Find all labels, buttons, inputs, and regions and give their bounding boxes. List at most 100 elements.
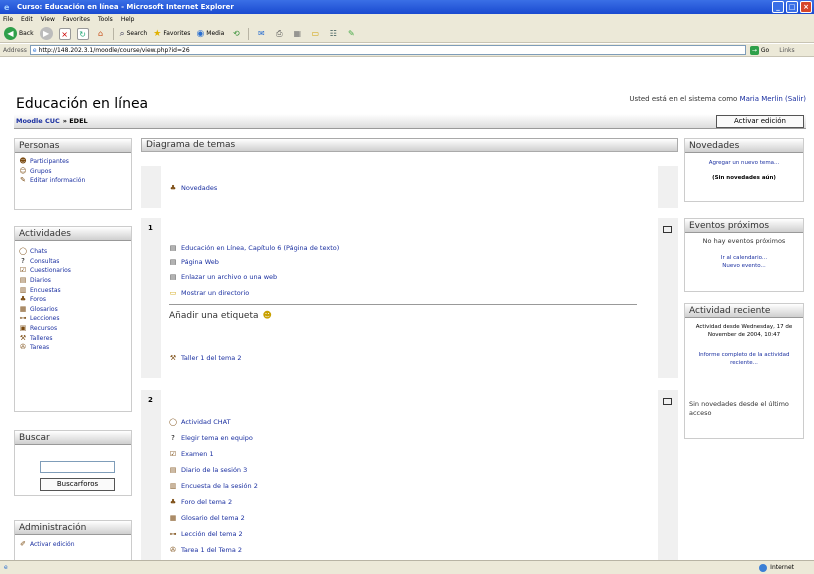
search-button[interactable]: ⌕ Search: [120, 29, 148, 39]
link-tareas[interactable]: ✇ Tareas: [19, 343, 127, 353]
web-page-icon: ▤: [169, 258, 177, 266]
link-editar-informacion[interactable]: ✎ Editar información: [19, 176, 127, 186]
menu-tools[interactable]: Tools: [98, 16, 113, 23]
link-encuestas[interactable]: ▥ Encuestas: [19, 285, 127, 295]
recent-report-link[interactable]: Informe completo de la actividad recient…: [691, 351, 797, 367]
link-encuesta-sesion-2[interactable]: ▥ Encuesta de la sesión 2: [169, 482, 258, 490]
people-icon: ☻: [19, 157, 27, 166]
link-mostrar-directorio[interactable]: ▭ Mostrar un directorio: [169, 289, 250, 297]
link-glosario-tema-2[interactable]: ▦ Glosario del tema 2: [169, 514, 245, 522]
link-recursos[interactable]: ▣ Recursos: [19, 324, 127, 334]
address-url: http://148.202.3.1/moodle/course/view.ph…: [38, 46, 190, 54]
link-leccion-tema-2[interactable]: ⊶ Lección del tema 2: [169, 530, 243, 538]
link-talleres[interactable]: ⚒ Talleres: [19, 333, 127, 343]
lesson-icon: ⊶: [19, 314, 27, 323]
back-button[interactable]: ◀ Back: [4, 27, 34, 40]
mail-icon[interactable]: ✉: [255, 28, 267, 40]
link-cuestionarios[interactable]: ☑ Cuestionarios: [19, 266, 127, 276]
breadcrumb-home[interactable]: Moodle CUC: [16, 117, 60, 125]
link-chats[interactable]: ◯ Chats: [19, 247, 127, 257]
link-tarea-1-tema-2[interactable]: ✇ Tarea 1 del Tema 2: [169, 546, 242, 554]
glossary-icon: ▦: [169, 514, 177, 522]
print-icon[interactable]: ⎙: [273, 28, 285, 40]
no-recent-text: Sin novedades desde el último acceso: [689, 400, 789, 417]
link-novedades[interactable]: ♣ Novedades: [169, 184, 217, 192]
search-forums-input[interactable]: [40, 461, 115, 473]
menu-view[interactable]: View: [41, 16, 55, 23]
question-icon: ?: [21, 256, 25, 265]
menu-favorites[interactable]: Favorites: [63, 16, 90, 23]
section-2: 2 ◯ Actividad CHAT ? Elegir tema en equipo…: [141, 390, 678, 560]
menu-help[interactable]: Help: [121, 16, 135, 23]
forward-button[interactable]: ▶: [39, 27, 53, 40]
refresh-icon[interactable]: ↻: [76, 27, 89, 40]
recent-since-text: Actividad desde Wednesday, 17 de Novembe…: [695, 324, 793, 338]
quiz-icon: ☑: [19, 266, 27, 275]
link-foros[interactable]: ♣ Foros: [19, 295, 127, 305]
link-grupos[interactable]: ☺ Grupos: [19, 167, 127, 177]
link-enlazar-archivo[interactable]: ▤ Enlazar un archivo o una web: [169, 273, 277, 281]
block-administracion-title: Administración: [15, 521, 131, 535]
link-activar-edicion[interactable]: ✐ Activar edición: [19, 540, 127, 550]
calendar-link[interactable]: Ir al calendario...: [685, 254, 803, 262]
links-label[interactable]: Links: [779, 47, 794, 54]
maximize-button[interactable]: □: [786, 1, 798, 13]
smiley-icon: ☻: [262, 311, 272, 321]
block-novedades-title: Novedades: [685, 139, 803, 153]
messenger-icon[interactable]: ☷: [327, 28, 339, 40]
section-1-highlight-box[interactable]: [663, 226, 672, 233]
label-anadir-etiqueta: Añadir una etiqueta ☻: [169, 311, 272, 321]
link-consultas[interactable]: ? Consultas: [19, 257, 127, 267]
history-icon[interactable]: ⟲: [230, 28, 242, 40]
media-icon: ◉: [196, 28, 205, 39]
home-icon[interactable]: ⌂: [95, 28, 107, 40]
topics-header: Diagrama de temas: [141, 138, 678, 152]
addressbar: Address e http://148.202.3.1/moodle/cour…: [0, 44, 814, 57]
link-actividad-chat[interactable]: ◯ Actividad CHAT: [169, 418, 230, 426]
forward-arrow-icon: ▶: [39, 27, 53, 40]
glossary-icon: ▦: [19, 304, 27, 313]
menu-edit[interactable]: Edit: [21, 16, 33, 23]
section-1-number: 1: [148, 224, 153, 232]
menu-file[interactable]: File: [3, 16, 13, 23]
no-events-text: No hay eventos próximos: [702, 237, 786, 245]
link-diarios[interactable]: ▤ Diarios: [19, 276, 127, 286]
page-title: Educación en línea: [16, 96, 149, 112]
logout-link[interactable]: (Salir): [785, 95, 806, 103]
link-capitulo-6[interactable]: ▤ Educación en Línea, Capítulo 6 (Página …: [169, 244, 340, 252]
activate-edit-button[interactable]: Activar edición: [716, 115, 804, 128]
back-arrow-icon: ◀: [4, 27, 17, 40]
add-news-link[interactable]: Agregar un nuevo tema...: [685, 159, 803, 168]
minimize-button[interactable]: _: [772, 1, 784, 13]
chat-icon: ◯: [19, 247, 27, 256]
favorites-button[interactable]: ★ Favorites: [153, 29, 190, 39]
link-taller-1[interactable]: ⚒ Taller 1 del tema 2: [169, 354, 242, 362]
close-button[interactable]: ×: [800, 1, 812, 13]
go-button[interactable]: → Go: [749, 45, 769, 55]
link-examen-1[interactable]: ☑ Examen 1: [169, 450, 214, 458]
edit-info-icon: ✎: [20, 176, 26, 185]
address-input[interactable]: e http://148.202.3.1/moodle/course/view.…: [29, 45, 746, 55]
toolbar: ◀ Back ▶ × ↻ ⌂ ⌕ Search ★ Favorites ◉ Me…: [0, 25, 814, 43]
link-diario-sesion-3[interactable]: ▤ Diario de la sesión 3: [169, 466, 248, 474]
block-reciente-title: Actividad reciente: [685, 304, 803, 318]
section-2-highlight-box[interactable]: [663, 398, 672, 405]
course-topics: Diagrama de temas ♣ Novedades 1 ▤ Educació…: [141, 138, 678, 560]
page-status-icon: e: [4, 564, 8, 571]
new-event-link[interactable]: Nuevo evento...: [685, 262, 803, 270]
research-icon[interactable]: ✎: [345, 28, 357, 40]
link-elegir-tema[interactable]: ? Elegir tema en equipo: [169, 434, 253, 442]
media-button[interactable]: ◉ Media: [196, 29, 224, 39]
link-foro-tema-2[interactable]: ♣ Foro del tema 2: [169, 498, 232, 506]
link-pagina-web[interactable]: ▤ Página Web: [169, 258, 219, 266]
user-link[interactable]: Maria Merlin: [740, 95, 783, 103]
assignment-icon: ✇: [170, 546, 176, 554]
link-lecciones[interactable]: ⊶ Lecciones: [19, 314, 127, 324]
search-forums-button[interactable]: Buscarforos: [40, 478, 115, 491]
stop-icon[interactable]: ×: [58, 27, 71, 40]
link-participantes[interactable]: ☻ Participantes: [19, 157, 127, 167]
breadcrumb-course: » EDEL: [62, 117, 88, 125]
folder-icon[interactable]: ▭: [309, 28, 321, 40]
link-glosarios[interactable]: ▦ Glosarios: [19, 305, 127, 315]
edit-page-icon[interactable]: ▦: [291, 28, 303, 40]
